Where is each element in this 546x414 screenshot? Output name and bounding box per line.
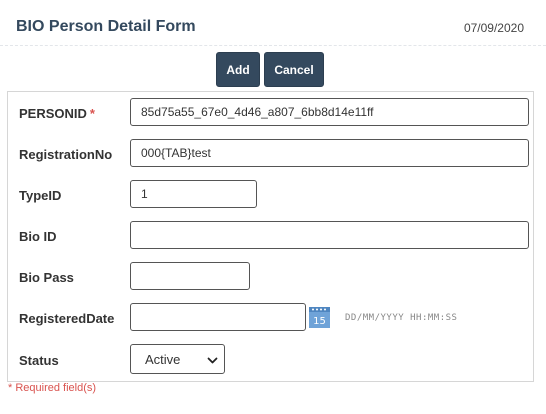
- personid-input[interactable]: 85d75a55_67e0_4d46_a807_6bb8d14e11ff: [130, 98, 529, 126]
- type-id-label: TypeID: [19, 188, 62, 203]
- registered-date-input[interactable]: [130, 303, 306, 331]
- bio-pass-input[interactable]: [130, 262, 250, 290]
- calendar-icon[interactable]: 15: [309, 307, 330, 328]
- page-title: BIO Person Detail Form: [16, 18, 196, 35]
- page-header: BIO Person Detail Form 07/09/2020: [0, 0, 546, 46]
- registered-date-label: RegisteredDate: [19, 311, 115, 326]
- status-select[interactable]: Active: [130, 344, 225, 374]
- add-button[interactable]: Add: [216, 52, 260, 87]
- chevron-down-icon: [207, 354, 218, 365]
- personid-label: PERSONID *: [19, 106, 95, 121]
- registration-no-input[interactable]: 000{TAB}test: [130, 139, 529, 167]
- status-label: Status: [19, 353, 59, 368]
- header-date: 07/09/2020: [463, 21, 524, 35]
- date-format-hint: DD/MM/YYYY HH:MM:SS: [345, 313, 458, 323]
- bio-id-input[interactable]: [130, 221, 529, 249]
- type-id-input[interactable]: 1: [130, 180, 257, 208]
- calendar-day: 15: [313, 316, 326, 327]
- cancel-button[interactable]: Cancel: [264, 52, 324, 87]
- registration-no-label: RegistrationNo: [19, 147, 113, 162]
- person-form: PERSONID * 85d75a55_67e0_4d46_a807_6bb8d1…: [7, 91, 534, 382]
- bio-pass-label: Bio Pass: [19, 270, 74, 285]
- status-selected-value: Active: [145, 351, 181, 367]
- required-asterisk: *: [89, 106, 95, 121]
- bio-id-label: Bio ID: [19, 229, 57, 244]
- required-fields-note: * Required field(s): [8, 382, 97, 394]
